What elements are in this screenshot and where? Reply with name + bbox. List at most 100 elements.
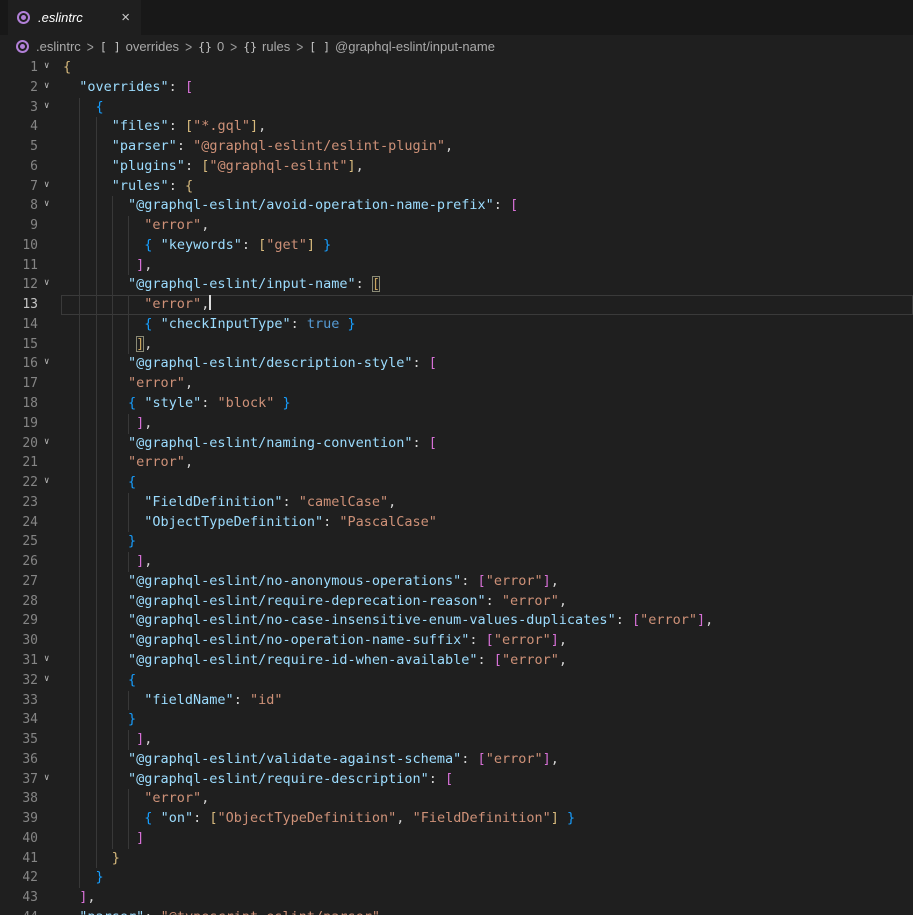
line-number[interactable]: 4 (0, 117, 38, 137)
code-line-23[interactable]: 23 "FieldDefinition": "camelCase", (0, 493, 913, 513)
line-number[interactable]: 24 (0, 513, 38, 533)
code-line-24[interactable]: 24 "ObjectTypeDefinition": "PascalCase" (0, 513, 913, 533)
line-number[interactable]: 1 (0, 58, 38, 78)
fold-chevron-icon[interactable]: ∨ (44, 769, 49, 789)
line-number[interactable]: 3 (0, 98, 38, 118)
line-number[interactable]: 37 (0, 770, 38, 790)
line-number[interactable]: 34 (0, 710, 38, 730)
line-number[interactable]: 6 (0, 157, 38, 177)
fold-chevron-icon[interactable]: ∨ (44, 274, 49, 294)
code-line-21[interactable]: 21 "error", (0, 453, 913, 473)
code-line-38[interactable]: 38 "error", (0, 789, 913, 809)
code-line-10[interactable]: 10 { "keywords": ["get"] } (0, 236, 913, 256)
code-line-36[interactable]: 36 "@graphql-eslint/validate-against-sch… (0, 750, 913, 770)
code-line-12[interactable]: 12∨ "@graphql-eslint/input-name": [ (0, 275, 913, 295)
close-icon[interactable]: × (118, 9, 133, 26)
line-number[interactable]: 39 (0, 809, 38, 829)
line-number[interactable]: 12 (0, 275, 38, 295)
line-number[interactable]: 10 (0, 236, 38, 256)
line-number[interactable]: 28 (0, 592, 38, 612)
code-line-20[interactable]: 20∨ "@graphql-eslint/naming-convention":… (0, 434, 913, 454)
fold-chevron-icon[interactable]: ∨ (44, 77, 49, 97)
code-line-31[interactable]: 31∨ "@graphql-eslint/require-id-when-ava… (0, 651, 913, 671)
code-line-44[interactable]: 44 "parser": "@typescript-eslint/parser" (0, 908, 913, 915)
breadcrumb-item--eslintrc[interactable]: .eslintrc (15, 39, 81, 54)
line-number[interactable]: 7 (0, 177, 38, 197)
code-line-2[interactable]: 2∨ "overrides": [ (0, 78, 913, 98)
code-line-15[interactable]: 15 ], (0, 335, 913, 355)
code-line-8[interactable]: 8∨ "@graphql-eslint/avoid-operation-name… (0, 196, 913, 216)
fold-chevron-icon[interactable]: ∨ (44, 195, 49, 215)
code-line-26[interactable]: 26 ], (0, 552, 913, 572)
line-number[interactable]: 17 (0, 374, 38, 394)
line-number[interactable]: 15 (0, 335, 38, 355)
line-number[interactable]: 40 (0, 829, 38, 849)
line-number[interactable]: 9 (0, 216, 38, 236)
editor-area[interactable]: 1∨{2∨ "overrides": [3∨ {4 "files": ["*.g… (0, 58, 913, 915)
fold-chevron-icon[interactable]: ∨ (44, 650, 49, 670)
code-line-32[interactable]: 32∨ { (0, 671, 913, 691)
fold-chevron-icon[interactable]: ∨ (44, 176, 49, 196)
code-line-1[interactable]: 1∨{ (0, 58, 913, 78)
line-number[interactable]: 42 (0, 868, 38, 888)
line-number[interactable]: 30 (0, 631, 38, 651)
code-line-39[interactable]: 39 { "on": ["ObjectTypeDefinition", "Fie… (0, 809, 913, 829)
line-number[interactable]: 8 (0, 196, 38, 216)
fold-chevron-icon[interactable]: ∨ (44, 670, 49, 690)
code-line-41[interactable]: 41 } (0, 849, 913, 869)
code-line-29[interactable]: 29 "@graphql-eslint/no-case-insensitive-… (0, 611, 913, 631)
code-line-43[interactable]: 43 ], (0, 888, 913, 908)
line-number[interactable]: 26 (0, 552, 38, 572)
line-number[interactable]: 33 (0, 691, 38, 711)
code-line-13[interactable]: 13 "error", (0, 295, 913, 315)
code-line-4[interactable]: 4 "files": ["*.gql"], (0, 117, 913, 137)
line-number[interactable]: 36 (0, 750, 38, 770)
line-number[interactable]: 29 (0, 611, 38, 631)
fold-chevron-icon[interactable]: ∨ (44, 472, 49, 492)
code-line-16[interactable]: 16∨ "@graphql-eslint/description-style":… (0, 354, 913, 374)
line-number[interactable]: 13 (0, 295, 38, 315)
line-number[interactable]: 16 (0, 354, 38, 374)
tab-eslintrc[interactable]: .eslintrc × (8, 0, 141, 35)
line-number[interactable]: 43 (0, 888, 38, 908)
code-line-28[interactable]: 28 "@graphql-eslint/require-deprecation-… (0, 592, 913, 612)
line-number[interactable]: 21 (0, 453, 38, 473)
code-line-27[interactable]: 27 "@graphql-eslint/no-anonymous-operati… (0, 572, 913, 592)
code-line-17[interactable]: 17 "error", (0, 374, 913, 394)
line-number[interactable]: 27 (0, 572, 38, 592)
code-line-6[interactable]: 6 "plugins": ["@graphql-eslint"], (0, 157, 913, 177)
line-number[interactable]: 31 (0, 651, 38, 671)
line-number[interactable]: 35 (0, 730, 38, 750)
line-number[interactable]: 32 (0, 671, 38, 691)
fold-chevron-icon[interactable]: ∨ (44, 97, 49, 117)
breadcrumb-item-0[interactable]: {}0 (198, 39, 224, 54)
line-number[interactable]: 11 (0, 256, 38, 276)
breadcrumb-item-rules[interactable]: {}rules (243, 39, 290, 54)
code-line-37[interactable]: 37∨ "@graphql-eslint/require-description… (0, 770, 913, 790)
breadcrumb-item-overrides[interactable]: [ ]overrides (100, 39, 179, 54)
code-line-34[interactable]: 34 } (0, 710, 913, 730)
line-number[interactable]: 23 (0, 493, 38, 513)
code-line-35[interactable]: 35 ], (0, 730, 913, 750)
line-number[interactable]: 41 (0, 849, 38, 869)
code-line-25[interactable]: 25 } (0, 532, 913, 552)
code-line-14[interactable]: 14 { "checkInputType": true } (0, 315, 913, 335)
code-line-11[interactable]: 11 ], (0, 256, 913, 276)
fold-chevron-icon[interactable]: ∨ (44, 433, 49, 453)
code-line-30[interactable]: 30 "@graphql-eslint/no-operation-name-su… (0, 631, 913, 651)
line-number[interactable]: 22 (0, 473, 38, 493)
line-number[interactable]: 44 (0, 908, 38, 915)
code-line-3[interactable]: 3∨ { (0, 98, 913, 118)
fold-chevron-icon[interactable]: ∨ (44, 353, 49, 373)
code-line-40[interactable]: 40 ] (0, 829, 913, 849)
line-number[interactable]: 19 (0, 414, 38, 434)
line-number[interactable]: 14 (0, 315, 38, 335)
code-line-5[interactable]: 5 "parser": "@graphql-eslint/eslint-plug… (0, 137, 913, 157)
line-number[interactable]: 25 (0, 532, 38, 552)
code-line-7[interactable]: 7∨ "rules": { (0, 177, 913, 197)
code-line-42[interactable]: 42 } (0, 868, 913, 888)
fold-chevron-icon[interactable]: ∨ (44, 58, 49, 77)
line-number[interactable]: 20 (0, 434, 38, 454)
code-line-19[interactable]: 19 ], (0, 414, 913, 434)
code-line-22[interactable]: 22∨ { (0, 473, 913, 493)
